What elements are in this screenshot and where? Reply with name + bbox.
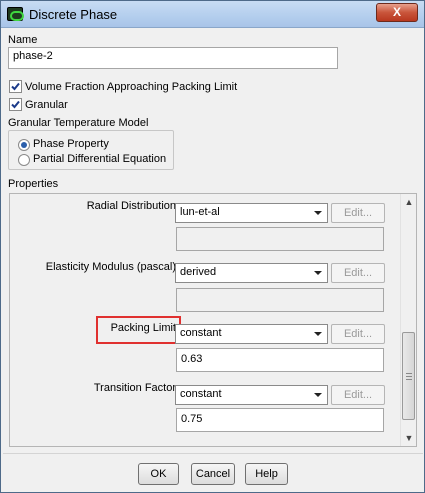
- name-field[interactable]: phase-2: [8, 47, 338, 69]
- transition-factor-label: Transition Factor: [93, 382, 176, 394]
- packing-limit-value-field[interactable]: 0.63: [176, 348, 384, 372]
- packing-limit-label: Packing Limit: [110, 322, 176, 334]
- footer-divider: [3, 453, 423, 454]
- radial-distribution-label: Radial Distribution: [86, 200, 176, 212]
- granular-checkbox-label: Granular: [25, 99, 68, 111]
- transition-factor-edit-button[interactable]: Edit...: [331, 385, 385, 405]
- transition-factor-value-field[interactable]: 0.75: [176, 408, 384, 432]
- radial-distribution-dropdown[interactable]: lun-et-al: [175, 203, 328, 223]
- packing-limit-checkbox[interactable]: [9, 80, 22, 93]
- pde-radio[interactable]: [18, 154, 30, 166]
- transition-factor-method: constant: [180, 388, 222, 400]
- scroll-down-icon[interactable]: ▼: [401, 430, 416, 446]
- help-button[interactable]: Help: [245, 463, 288, 485]
- granular-checkbox[interactable]: [9, 98, 22, 111]
- cancel-button[interactable]: Cancel: [191, 463, 235, 485]
- elasticity-modulus-value-field: [176, 288, 384, 312]
- elasticity-modulus-dropdown[interactable]: derived: [175, 263, 328, 283]
- chevron-down-icon: [314, 271, 322, 275]
- chevron-down-icon: [314, 211, 322, 215]
- window-title: Discrete Phase: [29, 7, 118, 22]
- grip-line: [406, 376, 412, 377]
- elasticity-modulus-value: derived: [180, 266, 217, 278]
- radial-distribution-edit-button[interactable]: Edit...: [331, 203, 385, 223]
- elasticity-modulus-edit-button[interactable]: Edit...: [331, 263, 385, 283]
- packing-limit-method: constant: [180, 327, 222, 339]
- radial-distribution-value: lun-et-al: [180, 206, 220, 218]
- packing-limit-dropdown[interactable]: constant: [175, 324, 328, 344]
- phase-property-radio[interactable]: [18, 139, 30, 151]
- name-label: Name: [8, 34, 38, 46]
- scroll-thumb[interactable]: [402, 332, 415, 420]
- checkmark-icon: [11, 100, 20, 109]
- grip-line: [406, 373, 412, 374]
- granular-model-group: Phase Property Partial Differential Equa…: [8, 130, 174, 170]
- app-icon: [7, 7, 24, 21]
- chevron-down-icon: [314, 393, 322, 397]
- packing-limit-checkbox-label: Volume Fraction Approaching Packing Limi…: [25, 81, 238, 93]
- granular-model-title: Granular Temperature Model: [8, 117, 149, 129]
- title-bar[interactable]: Discrete Phase X: [1, 1, 424, 28]
- grip-line: [406, 379, 412, 380]
- checkmark-icon: [11, 82, 20, 91]
- properties-title: Properties: [8, 178, 59, 190]
- radial-distribution-value-field: [176, 227, 384, 251]
- close-button[interactable]: X: [376, 3, 418, 22]
- properties-panel: Radial Distribution lun-et-al Edit... El…: [9, 193, 417, 447]
- packing-limit-edit-button[interactable]: Edit...: [331, 324, 385, 344]
- properties-scrollbar[interactable]: ▲ ▼: [400, 194, 416, 446]
- ok-button[interactable]: OK: [138, 463, 179, 485]
- discrete-phase-dialog: Discrete Phase X Name phase-2 Volume Fra…: [0, 0, 425, 493]
- pde-label: Partial Differential Equation: [33, 153, 167, 165]
- transition-factor-dropdown[interactable]: constant: [175, 385, 328, 405]
- properties-content: Radial Distribution lun-et-al Edit... El…: [10, 194, 402, 446]
- scroll-up-icon[interactable]: ▲: [401, 194, 416, 210]
- phase-property-label: Phase Property: [33, 138, 109, 150]
- elasticity-modulus-label: Elasticity Modulus (pascal): [45, 261, 176, 273]
- chevron-down-icon: [314, 332, 322, 336]
